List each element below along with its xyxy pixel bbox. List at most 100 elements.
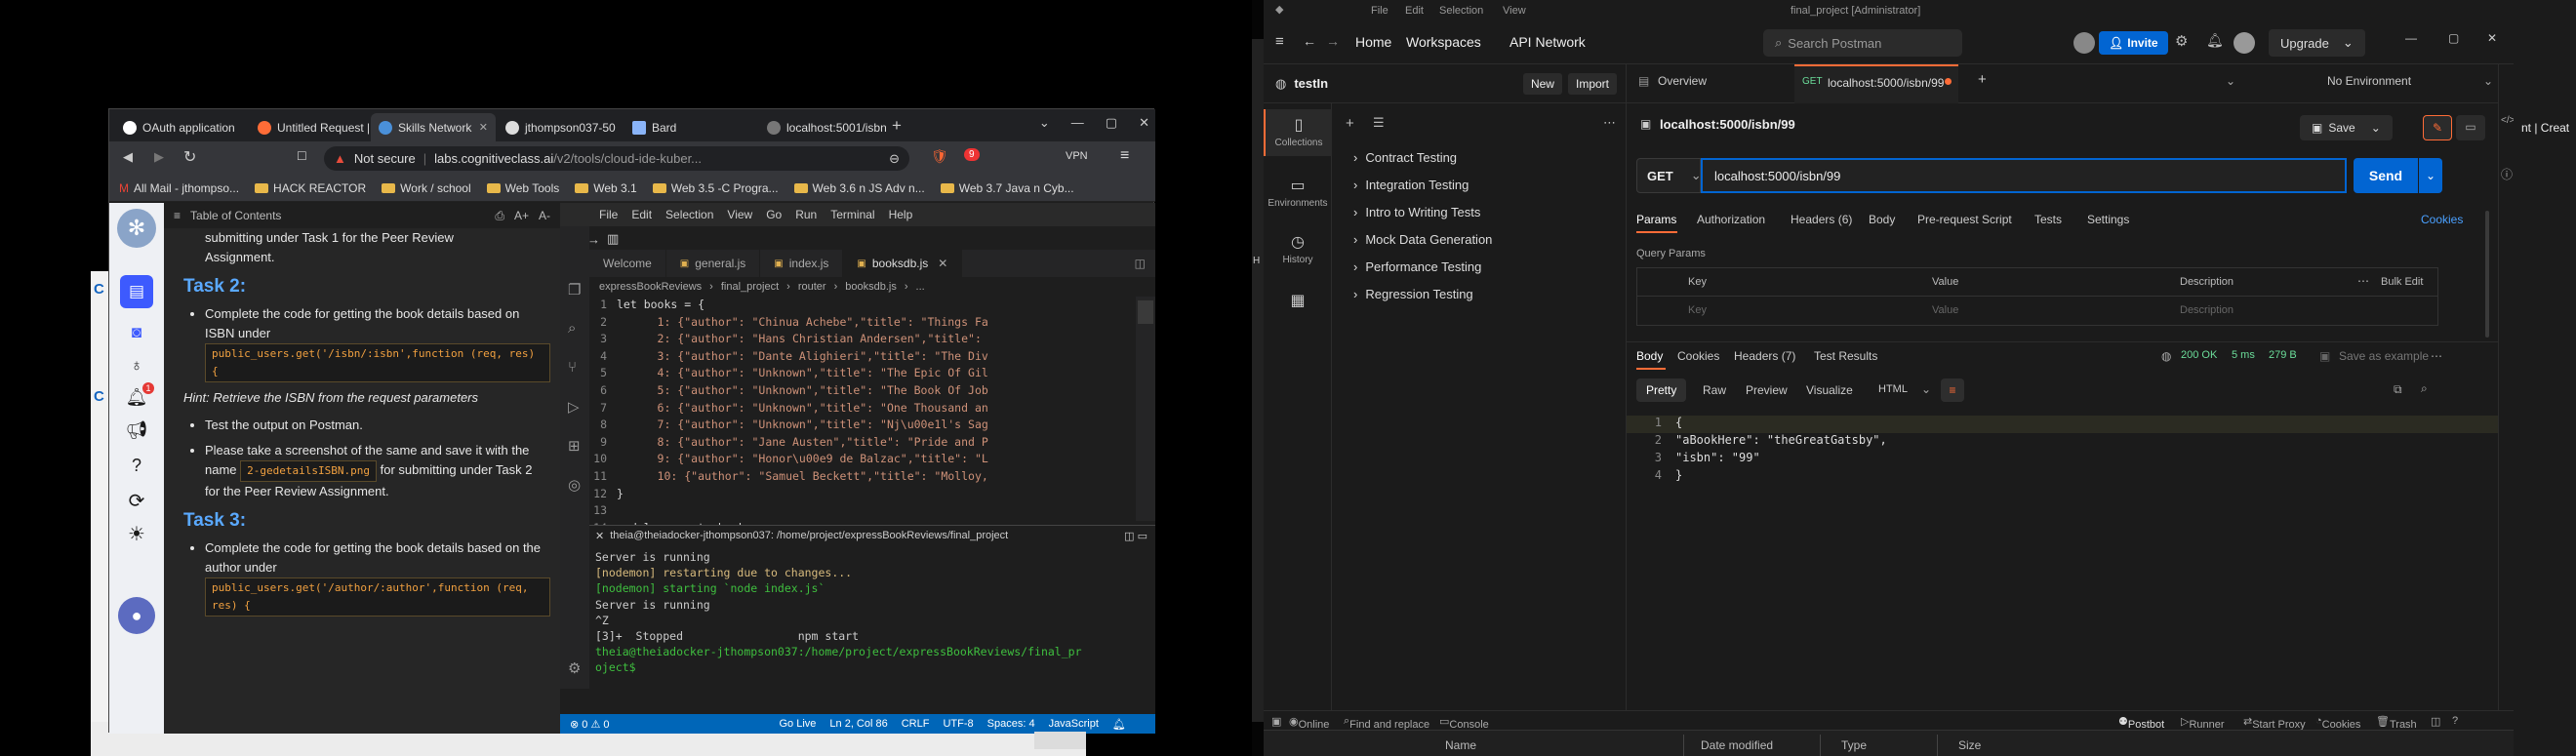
new-button[interactable]: New [1522, 72, 1562, 95]
notifications-bell-icon[interactable]: 🔔︎ [1112, 718, 1126, 731]
toggle-sidebar-icon[interactable]: ▥ [607, 231, 619, 247]
tab-search-button[interactable]: ⌄ [1039, 115, 1050, 131]
terminal-output[interactable]: Server is running [nodemon] restarting du… [595, 549, 1151, 676]
lightbulb-icon[interactable]: ♁ [120, 349, 153, 382]
postbot-button[interactable]: ⚉ Postbot [2118, 715, 2164, 730]
collection-item[interactable]: › Contract Testing [1353, 150, 1457, 165]
zoom-icon[interactable]: ⊖ [889, 151, 900, 167]
menu-help[interactable]: Help [889, 208, 913, 221]
rail-history[interactable]: ◷ History [1264, 226, 1332, 273]
code-line[interactable]: 4 3: {"author": "Dante Alighieri","title… [589, 348, 1136, 366]
status-online[interactable]: ◉ Online [1289, 715, 1329, 730]
code-line[interactable]: 6 5: {"author": "Unknown","title": "The … [589, 382, 1136, 400]
title-menu-edit[interactable]: Edit [1405, 5, 1424, 17]
tab-body[interactable]: Body [1869, 213, 1895, 226]
code-line[interactable]: 11 10: {"author": "Samuel Beckett","titl… [589, 468, 1136, 486]
invite-button[interactable]: 👤︎ Invite [2099, 31, 2168, 55]
tab-pre-request-script[interactable]: Pre-request Script [1917, 213, 2012, 226]
search-icon[interactable]: ⌕ [2421, 381, 2428, 396]
close-icon[interactable]: ✕ [938, 257, 947, 270]
col-date-modified[interactable]: Date modified [1701, 738, 1773, 752]
collection-item[interactable]: › Mock Data Generation [1353, 232, 1492, 247]
theme-toggle-icon[interactable]: ☀ [120, 517, 153, 550]
code-snippet[interactable]: public_users.get('/author/:author',funct… [205, 577, 550, 617]
more-options-icon[interactable]: ⋯ [2431, 349, 2442, 363]
browser-tab[interactable]: OAuth application [115, 113, 248, 141]
browser-tab[interactable]: jthompson037-50 [498, 113, 623, 141]
code-line[interactable]: 9 8: {"author": "Jane Austen","title": "… [589, 434, 1136, 452]
bookmark-folder[interactable]: Web 3.1 [575, 181, 637, 195]
proxy-button[interactable]: ⇄ Start Proxy [2243, 715, 2306, 730]
help-icon[interactable]: ? [2452, 715, 2458, 727]
forward-icon[interactable]: ▶ [154, 149, 164, 165]
rail-environments[interactable]: ▭ Environments [1264, 170, 1332, 217]
nav-api-network[interactable]: API Network [1509, 34, 1586, 50]
cursor-position[interactable]: Ln 2, Col 86 [829, 718, 887, 730]
minimize-button[interactable]: — [1071, 115, 1084, 131]
go-live-button[interactable]: Go Live [779, 718, 816, 730]
send-button[interactable]: Send [2354, 158, 2418, 193]
settings-gear-icon[interactable]: ⚙ [568, 659, 581, 677]
reload-icon[interactable]: ↻ [183, 147, 196, 167]
environment-select[interactable]: No Environment [2327, 74, 2411, 88]
search-icon[interactable]: ⌕ [568, 320, 576, 337]
tab-test-results[interactable]: Test Results [1814, 349, 1877, 363]
code-icon[interactable]: </> [2501, 115, 2514, 126]
minimize-button[interactable]: — [2405, 31, 2417, 45]
breadcrumb-item[interactable]: expressBookReviews [599, 281, 702, 293]
tab-response-body[interactable]: Body [1636, 349, 1663, 363]
vpn-button[interactable]: VPN [1066, 150, 1088, 162]
font-increase-button[interactable]: A+ [514, 209, 529, 222]
breadcrumb-item[interactable]: booksdb.js [845, 281, 897, 293]
code-line[interactable]: 5 4: {"author": "Unknown","title": "The … [589, 365, 1136, 382]
font-decrease-button[interactable]: A- [539, 209, 550, 222]
cookies-button[interactable]: ◔ Cookies [2315, 715, 2360, 730]
new-tab-button[interactable]: + [1978, 71, 1987, 88]
bookmark-icon[interactable]: ☐ [297, 149, 307, 163]
browser-tab[interactable]: Untitled Request | [250, 113, 369, 141]
bookmark-folder[interactable]: Web Tools [486, 181, 559, 195]
import-button[interactable]: Import [1567, 72, 1617, 95]
nav-home[interactable]: Home [1355, 34, 1391, 50]
chevron-down-icon[interactable]: ⌄ [1921, 382, 1931, 396]
chevron-down-icon[interactable]: ⌄ [2226, 74, 2235, 88]
find-replace[interactable]: ⌕ Find and replace [1344, 715, 1429, 730]
col-type[interactable]: Type [1841, 738, 1867, 752]
eol-status[interactable]: CRLF [902, 718, 930, 730]
method-select[interactable]: GET ⌄ [1636, 158, 1702, 193]
param-key-input[interactable]: Key [1688, 304, 1707, 316]
skills-toolbox-icon[interactable]: ◎ [568, 476, 581, 494]
print-icon[interactable]: ⎙ [495, 209, 504, 223]
response-size[interactable]: 279 B [2269, 349, 2297, 361]
encoding-status[interactable]: UTF-8 [943, 718, 973, 730]
code-line[interactable]: 7 6: {"author": "Unknown","title": "One … [589, 400, 1136, 418]
title-menu-file[interactable]: File [1371, 5, 1389, 17]
avatar[interactable]: ● [118, 597, 155, 634]
tab-overview[interactable]: Overview [1658, 74, 1707, 88]
address-bar[interactable]: ▲ Not secure | labs.cognitiveclass.ai/v2… [324, 146, 909, 171]
collection-item[interactable]: › Intro to Writing Tests [1353, 205, 1480, 219]
bookmark-folder[interactable]: Web 3.5 -C Progra... [652, 181, 779, 195]
nav-workspaces[interactable]: Workspaces [1406, 34, 1481, 50]
console-button[interactable]: ▭ Console [1439, 715, 1489, 730]
tab-params[interactable]: Params [1636, 213, 1676, 226]
response-body[interactable]: 1{2 "aBookHere": "theGreatGatsby", 3 "isbn"… [1627, 416, 2498, 494]
editor-tab-active[interactable]: ▣ booksdb.js ✕ [843, 250, 963, 277]
menu-run[interactable]: Run [795, 208, 817, 221]
view-preview[interactable]: Preview [1746, 383, 1788, 397]
bookmark-item[interactable]: M All Mail - jthompso... [119, 181, 239, 195]
title-menu-selection[interactable]: Selection [1439, 5, 1483, 17]
save-button[interactable]: ▣ Save ⌄ [2300, 115, 2393, 140]
trash-button[interactable]: 🗑︎ Trash [2376, 715, 2417, 730]
tab-response-cookies[interactable]: Cookies [1677, 349, 1719, 363]
col-size[interactable]: Size [1958, 738, 1981, 752]
send-options-button[interactable]: ⌄ [2419, 158, 2442, 193]
browser-tab-active[interactable]: Skills Network ✕ [371, 113, 496, 141]
collection-item[interactable]: › Integration Testing [1353, 178, 1469, 192]
bookmark-folder[interactable]: HACK REACTOR [255, 181, 366, 195]
code-line[interactable]: 1 let books = { [589, 297, 1136, 314]
avatar[interactable] [2073, 32, 2095, 54]
view-visualize[interactable]: Visualize [1806, 383, 1853, 397]
chat-icon[interactable]: ◙ [120, 316, 153, 349]
editor-tab[interactable]: ▣ index.js [760, 250, 844, 277]
